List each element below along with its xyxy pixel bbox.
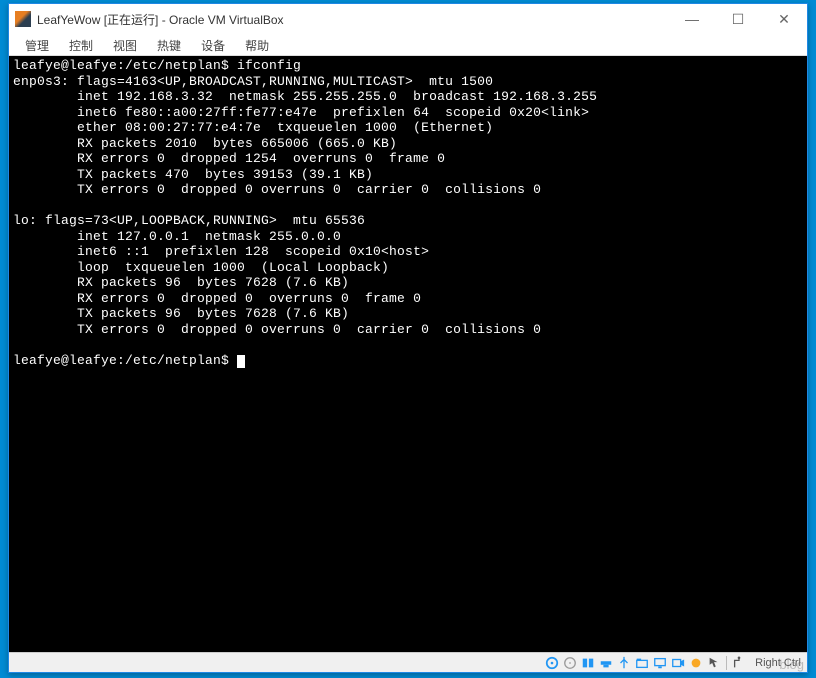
terminal-line: loop txqueuelen 1000 (Local Loopback) [13,260,389,275]
terminal-line: RX errors 0 dropped 1254 overruns 0 fram… [13,151,445,166]
menu-view[interactable]: 视图 [103,34,147,55]
terminal-line: TX errors 0 dropped 0 overruns 0 carrier… [13,182,541,197]
menu-hotkeys[interactable]: 热键 [147,34,191,55]
terminal-line: enp0s3: flags=4163<UP,BROADCAST,RUNNING,… [13,74,493,89]
terminal-line: TX packets 96 bytes 7628 (7.6 KB) [13,306,349,321]
statusbar-divider [726,656,727,670]
network-icon[interactable] [598,655,614,671]
terminal-line: ether 08:00:27:77:e4:7e txqueuelen 1000 … [13,120,493,135]
menu-devices[interactable]: 设备 [191,34,235,55]
menu-control[interactable]: 控制 [59,34,103,55]
cursor-icon [237,355,245,368]
shared-folders-icon[interactable] [634,655,650,671]
terminal-line: TX packets 470 bytes 39153 (39.1 KB) [13,167,373,182]
maximize-button[interactable]: ☐ [715,4,761,34]
terminal-line: leafye@leafye:/etc/netplan$ ifconfig [13,58,301,73]
terminal-line: inet6 ::1 prefixlen 128 scopeid 0x10<hos… [13,244,429,259]
audio-icon[interactable] [580,655,596,671]
virtualbox-icon [15,11,31,27]
menu-help[interactable]: 帮助 [235,34,279,55]
window-controls: — ☐ ✕ [669,4,807,34]
keyboard-icon[interactable] [731,655,747,671]
terminal-line: RX errors 0 dropped 0 overruns 0 frame 0 [13,291,421,306]
usb-icon[interactable] [616,655,632,671]
recording-icon[interactable] [670,655,686,671]
mouse-integration-icon[interactable] [706,655,722,671]
terminal-line: inet 192.168.3.32 netmask 255.255.255.0 … [13,89,597,104]
terminal-line: TX errors 0 dropped 0 overruns 0 carrier… [13,322,541,337]
terminal-line: RX packets 2010 bytes 665006 (665.0 KB) [13,136,397,151]
hard-disk-icon[interactable] [544,655,560,671]
window-title: LeafYeWow [正在运行] - Oracle VM VirtualBox [37,11,284,28]
display-icon[interactable] [652,655,668,671]
optical-drive-icon[interactable] [562,655,578,671]
vm-window: LeafYeWow [正在运行] - Oracle VM VirtualBox … [8,3,808,673]
titlebar[interactable]: LeafYeWow [正在运行] - Oracle VM VirtualBox … [9,4,807,34]
terminal-line: RX packets 96 bytes 7628 (7.6 KB) [13,275,349,290]
terminal-line: inet6 fe80::a00:27ff:fe77:e47e prefixlen… [13,105,589,120]
terminal-line: lo: flags=73<UP,LOOPBACK,RUNNING> mtu 65… [13,213,365,228]
processor-icon[interactable] [688,655,704,671]
terminal-line: inet 127.0.0.1 netmask 255.0.0.0 [13,229,341,244]
statusbar: Right Ctrl [9,652,807,672]
terminal[interactable]: leafye@leafye:/etc/netplan$ ifconfig enp… [9,56,807,652]
menubar: 管理 控制 视图 热键 设备 帮助 [9,34,807,56]
close-button[interactable]: ✕ [761,4,807,34]
terminal-prompt: leafye@leafye:/etc/netplan$ [13,353,237,368]
host-key-label: Right Ctrl [755,657,801,669]
minimize-button[interactable]: — [669,4,715,34]
menu-manage[interactable]: 管理 [15,34,59,55]
